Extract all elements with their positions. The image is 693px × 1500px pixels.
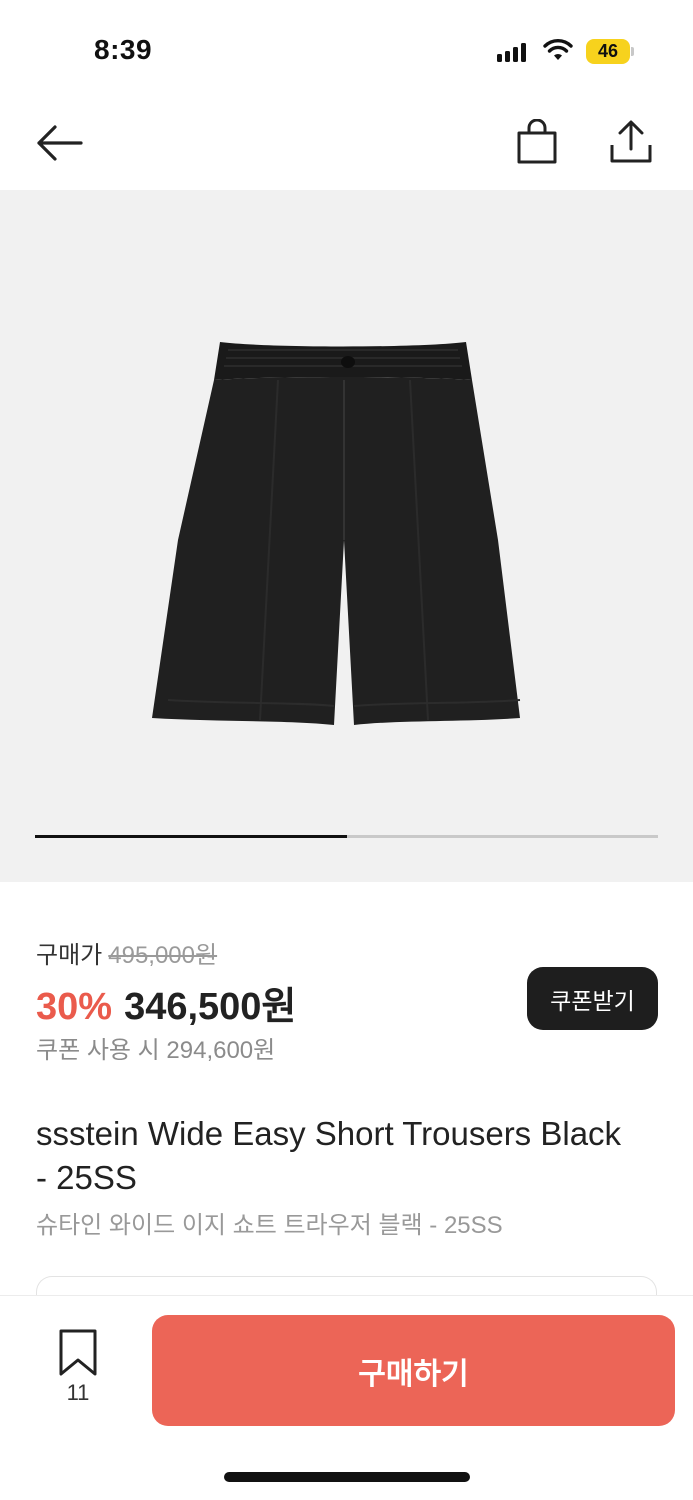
bookmark-count: 11 bbox=[66, 1380, 90, 1405]
price-label: 구매가 bbox=[36, 942, 103, 969]
discount-rate: 30% bbox=[36, 986, 113, 1028]
back-button[interactable] bbox=[30, 118, 88, 168]
shopping-bag-icon bbox=[517, 119, 557, 164]
product-subtitle: 슈타인 와이드 이지 쇼트 트라우저 블랙 - 25SS bbox=[36, 1212, 503, 1239]
signal-icon bbox=[497, 42, 526, 62]
original-price: 495,000원 bbox=[108, 942, 218, 969]
buy-button[interactable]: 구매하기 bbox=[152, 1315, 675, 1426]
get-coupon-button[interactable]: 쿠폰받기 bbox=[527, 967, 658, 1030]
product-title: ssstein Wide Easy Short Trousers Black -… bbox=[36, 1115, 622, 1196]
product-image bbox=[152, 342, 521, 725]
gallery-progress bbox=[35, 835, 658, 838]
nav-bar bbox=[0, 100, 693, 190]
gallery-progress-fill bbox=[35, 835, 347, 838]
bottom-bar: 11 구매하기 bbox=[0, 1296, 693, 1500]
status-bar: 8:39 46 bbox=[0, 0, 693, 100]
price-label-row: 구매가 495,000원 bbox=[36, 935, 217, 970]
home-indicator[interactable] bbox=[224, 1472, 470, 1482]
shopping-bag-button[interactable] bbox=[510, 114, 564, 170]
battery-tip bbox=[631, 47, 634, 56]
coupon-price: 쿠폰 사용 시 294,600원 bbox=[36, 1037, 276, 1064]
sale-price: 346,500원 bbox=[124, 986, 297, 1028]
battery-level: 46 bbox=[597, 41, 619, 61]
wifi-icon bbox=[543, 39, 573, 60]
share-icon bbox=[610, 120, 652, 163]
battery-icon: 46 bbox=[586, 39, 630, 64]
product-gallery[interactable] bbox=[0, 190, 693, 882]
share-button[interactable] bbox=[602, 114, 660, 170]
status-time: 8:39 bbox=[94, 34, 153, 65]
price-row: 30% 346,500원 bbox=[36, 975, 296, 1030]
bookmark-button[interactable]: 11 bbox=[52, 1328, 104, 1408]
bookmark-icon bbox=[59, 1329, 97, 1376]
back-arrow-icon bbox=[37, 125, 83, 161]
